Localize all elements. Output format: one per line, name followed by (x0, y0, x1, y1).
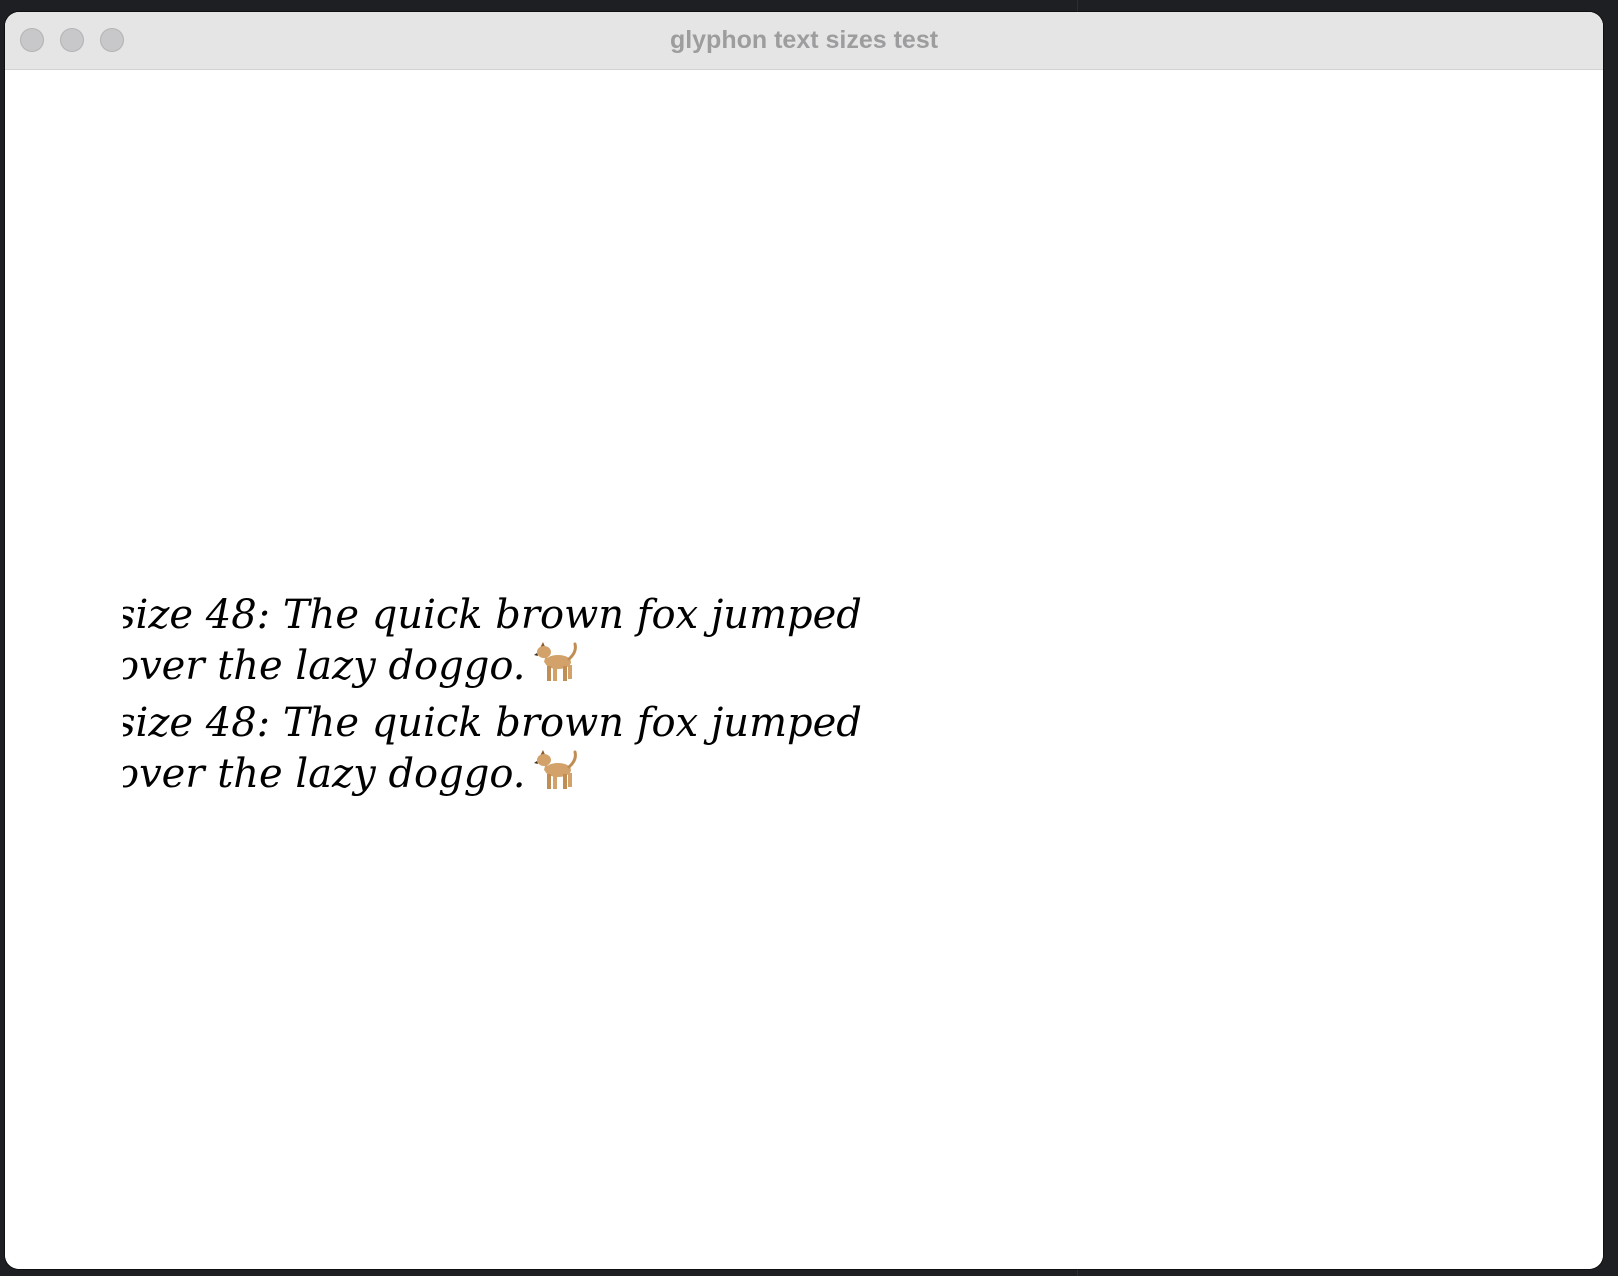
text-line: size 48: The quick brown fox jumped (123, 592, 862, 638)
text-line-with-emoji: over the lazy doggo. (123, 748, 863, 806)
text-line-with-emoji: over the lazy doggo. (123, 640, 863, 698)
text-line: over the lazy doggo. (123, 751, 526, 797)
text-line: over the lazy doggo. (123, 643, 526, 689)
text-line: size 48: The quick brown fox jumped (123, 700, 862, 746)
text-area: size 48: The quick brown fox jumped over… (123, 590, 863, 806)
app-window: glyphon text sizes test size 48: The qui… (5, 12, 1603, 1269)
text-paragraph: size 48: The quick brown fox jumped over… (123, 590, 863, 698)
render-canvas: size 48: The quick brown fox jumped over… (5, 70, 1603, 1269)
text-paragraph: size 48: The quick brown fox jumped over… (123, 698, 863, 806)
dog-emoji-icon (533, 748, 581, 806)
window-titlebar[interactable]: glyphon text sizes test (5, 12, 1603, 70)
dog-emoji-icon (533, 640, 581, 698)
window-title: glyphon text sizes test (669, 26, 939, 54)
